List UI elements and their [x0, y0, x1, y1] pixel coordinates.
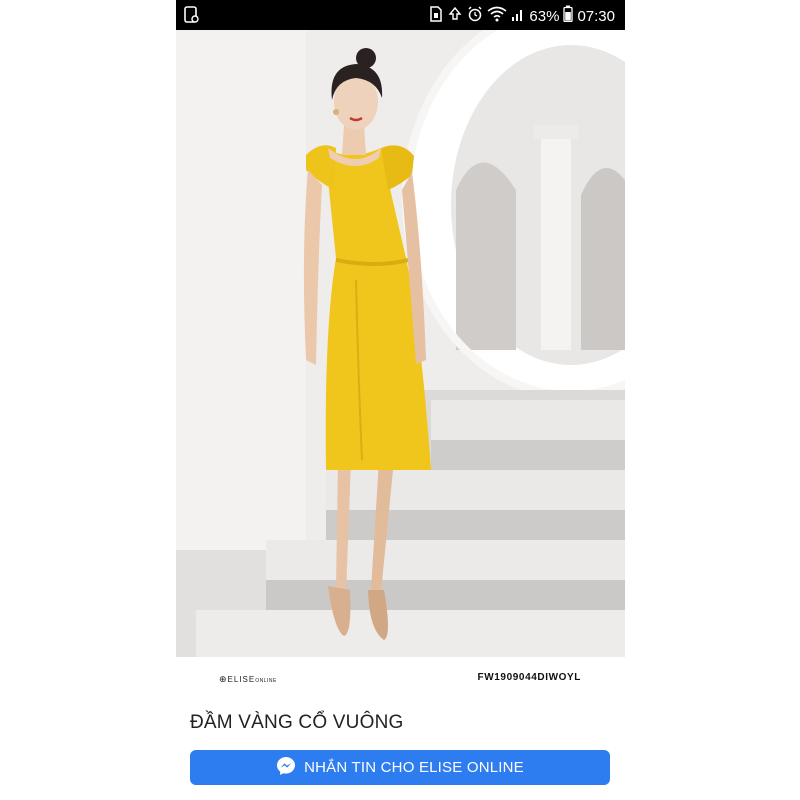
product-title: ĐẦM VÀNG CỔ VUÔNG [190, 712, 404, 733]
message-shop-label: NHẮN TIN CHO ELISE ONLINE [304, 759, 524, 776]
signal-icon [511, 6, 525, 28]
clock-time: 07:30 [577, 7, 615, 25]
product-sku: FW1909044DIWOYL [477, 672, 581, 683]
wifi-icon [487, 6, 507, 28]
brand-logo: ⊕ELISEONLINE [219, 674, 277, 685]
message-shop-button[interactable]: NHẮN TIN CHO ELISE ONLINE [190, 750, 610, 785]
phone-screen: 63% 07:30 ⊕ELISEONLINE FW1909044DIWOYL Đ… [176, 0, 625, 800]
screenshot-icon [184, 6, 200, 28]
alarm-clock-icon [467, 5, 483, 28]
sim-icon [429, 5, 443, 28]
status-icons: 63% 07:30 [429, 5, 615, 28]
brand-mark-icon: ⊕ [219, 674, 228, 684]
brand-name: ELISE [227, 675, 256, 684]
battery-percent: 63% [529, 7, 560, 25]
battery-icon [563, 5, 574, 28]
product-photo[interactable] [176, 30, 625, 657]
upload-icon [447, 6, 463, 28]
product-meta-row: ⊕ELISEONLINE FW1909044DIWOYL [176, 664, 625, 692]
status-bar: 63% 07:30 [176, 0, 625, 30]
brand-suffix: ONLINE [255, 678, 277, 684]
messenger-icon [276, 756, 296, 780]
product-photo-illustration [176, 30, 625, 657]
